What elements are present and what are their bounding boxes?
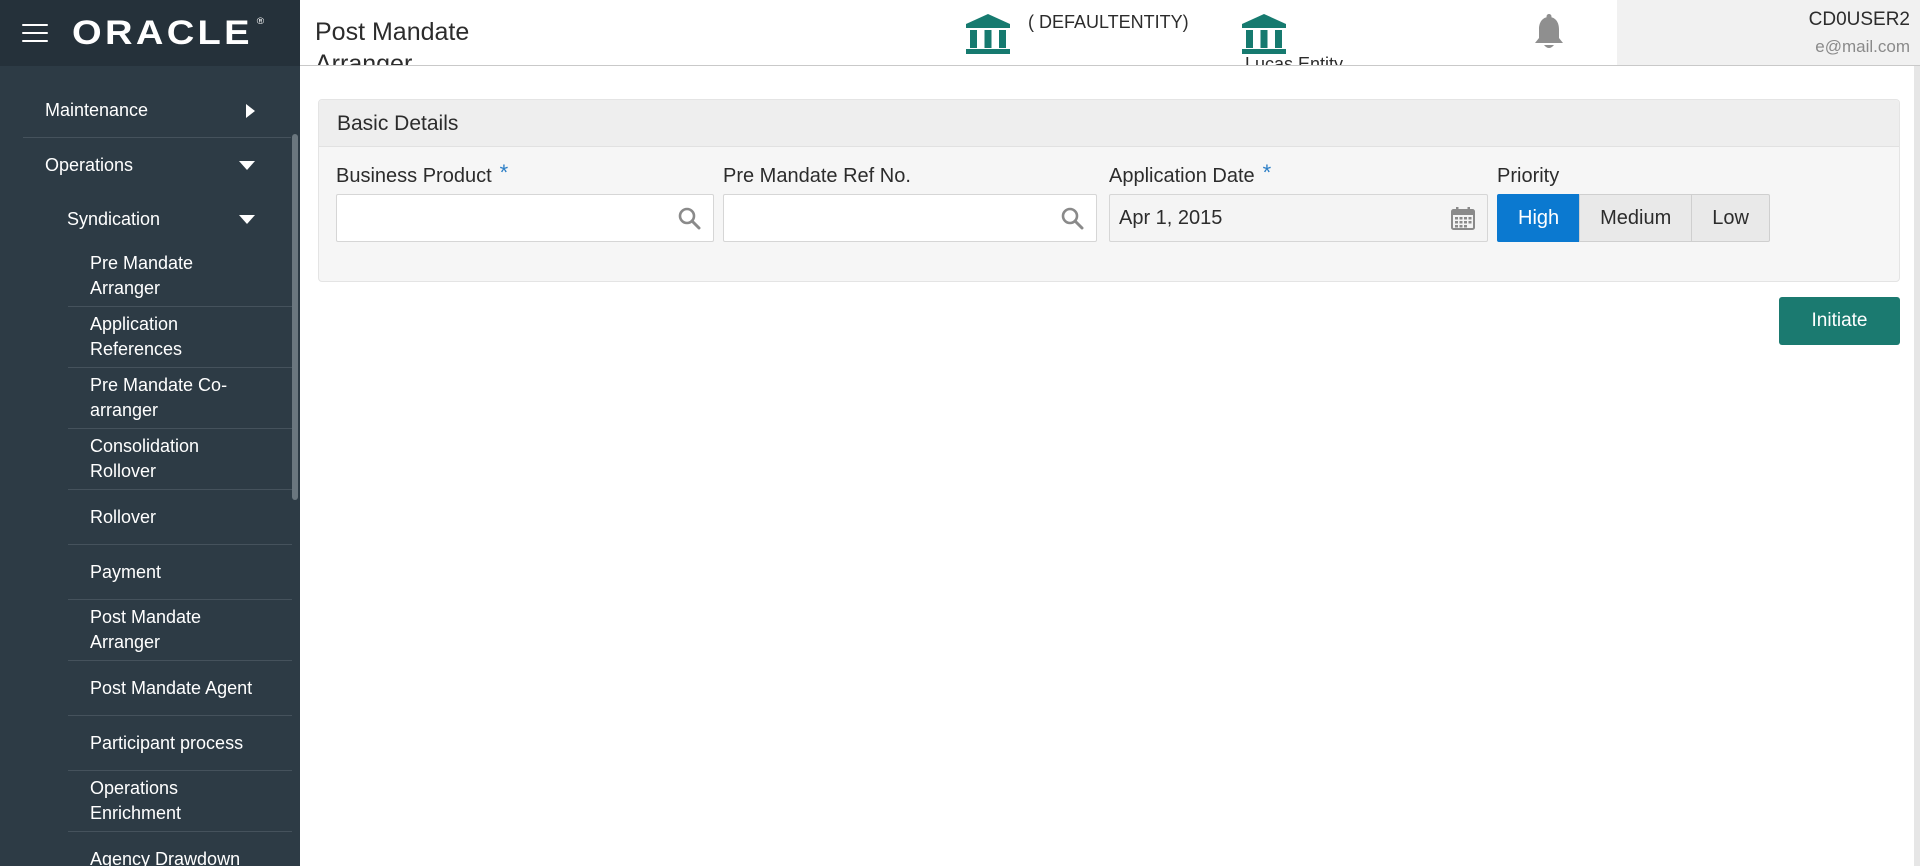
required-marker: * [1262,160,1272,185]
sidebar-item-label: Maintenance [45,100,149,120]
sidebar-item-payment[interactable]: Payment [68,545,292,600]
sidebar-item-maintenance[interactable]: Maintenance [23,84,291,138]
sidebar-item-agency-drawdown[interactable]: Agency Drawdown [68,832,292,866]
sidebar-item-label: Operations Enrichment [90,778,182,823]
sidebar-item-operations-enrichment[interactable]: Operations Enrichment [68,771,292,832]
priority-high-button[interactable]: High [1497,194,1581,242]
sidebar-item-pre-mandate-arranger[interactable]: Pre Mandate Arranger [68,246,292,307]
field-label: Priority [1497,165,1560,187]
section-title: Basic Details [319,100,1899,147]
sidebar-item-label: Post Mandate Agent [90,677,253,698]
top-header: Post Mandate Arranger ( DEFAULTENTITY) L… [300,0,1920,66]
business-product-input[interactable] [336,194,714,242]
sidebar-item-label: Syndication [67,208,161,229]
sidebar-item-label: Application References [90,314,183,359]
sidebar-item-post-mandate-arranger[interactable]: Post Mandate Arranger [68,600,292,661]
sidebar-item-label: Consolidation Rollover [90,436,200,481]
user-email: e@mail.com [1815,37,1910,56]
entity-label: ( DEFAULTENTITY) [1028,12,1189,32]
chevron-down-icon [239,160,255,170]
sidebar-item-syndication[interactable]: Syndication [45,192,291,246]
sidebar: ORACLE ® Maintenance Operations Syndicati… [0,0,300,866]
initiate-button[interactable]: Initiate [1779,297,1900,345]
chevron-down-icon [239,214,255,224]
sidebar-item-post-mandate-agent[interactable]: Post Mandate Agent [68,661,292,716]
search-icon[interactable] [677,206,701,230]
chevron-right-icon [246,103,255,118]
hamburger-icon[interactable] [22,24,48,42]
sidebar-item-participant-process[interactable]: Participant process [68,716,292,771]
page-title: Post Mandate Arranger [315,18,470,66]
pre-mandate-ref-input[interactable] [723,194,1097,242]
sidebar-top-bar: ORACLE ® [0,0,300,66]
field-label: Business Product * [336,160,509,187]
calendar-icon[interactable] [1451,206,1475,230]
application-date-field: Application Date * Apr 1, 2015 [1109,160,1488,242]
priority-field: Priority High Medium Low [1497,162,1797,242]
required-marker: * [499,160,509,185]
sidebar-scrollbar[interactable] [292,134,298,500]
application-date-input[interactable]: Apr 1, 2015 [1109,194,1488,242]
field-label: Pre Mandate Ref No. [723,165,911,187]
pre-mandate-ref-field: Pre Mandate Ref No. [723,162,1097,242]
branch-label: Lucas Entity [1245,54,1344,66]
user-profile[interactable]: CD0USER2 e@mail.com [1617,0,1920,65]
sidebar-item-label: Rollover [90,506,157,527]
sidebar-item-operations[interactable]: Operations [23,138,291,192]
sidebar-item-label: Pre Mandate Co-arranger [90,375,228,420]
field-label: Application Date * [1109,160,1272,187]
sidebar-item-rollover[interactable]: Rollover [68,490,292,545]
bank-icon[interactable] [1240,12,1288,56]
sidebar-item-label: Post Mandate Arranger [90,607,202,652]
sidebar-item-pre-mandate-co-arranger[interactable]: Pre Mandate Co-arranger [68,368,292,429]
sidebar-item-label: Payment [90,561,162,582]
sidebar-item-label: Operations [45,154,134,175]
priority-low-button[interactable]: Low [1691,194,1770,242]
priority-toggle-group: High Medium Low [1497,194,1797,242]
sidebar-item-label: Agency Drawdown [90,849,241,866]
priority-medium-button[interactable]: Medium [1579,194,1693,242]
page-scrollbar[interactable] [1914,66,1920,866]
search-icon[interactable] [1060,206,1084,230]
bank-icon[interactable] [964,12,1012,56]
nav-menu: Maintenance Operations Syndication Pre M… [0,84,292,866]
basic-details-panel: Basic Details Business Product * Pre Mand… [318,99,1900,282]
sidebar-item-label: Participant process [90,732,244,753]
user-name: CD0USER2 [1808,9,1910,30]
sidebar-item-consolidation-rollover[interactable]: Consolidation Rollover [68,429,292,490]
sidebar-item-application-references[interactable]: Application References [68,307,292,368]
oracle-logo: ORACLE ® [72,13,265,52]
business-product-field: Business Product * [336,160,714,242]
sidebar-item-label: Pre Mandate Arranger [90,253,194,298]
bell-icon[interactable] [1532,14,1566,52]
